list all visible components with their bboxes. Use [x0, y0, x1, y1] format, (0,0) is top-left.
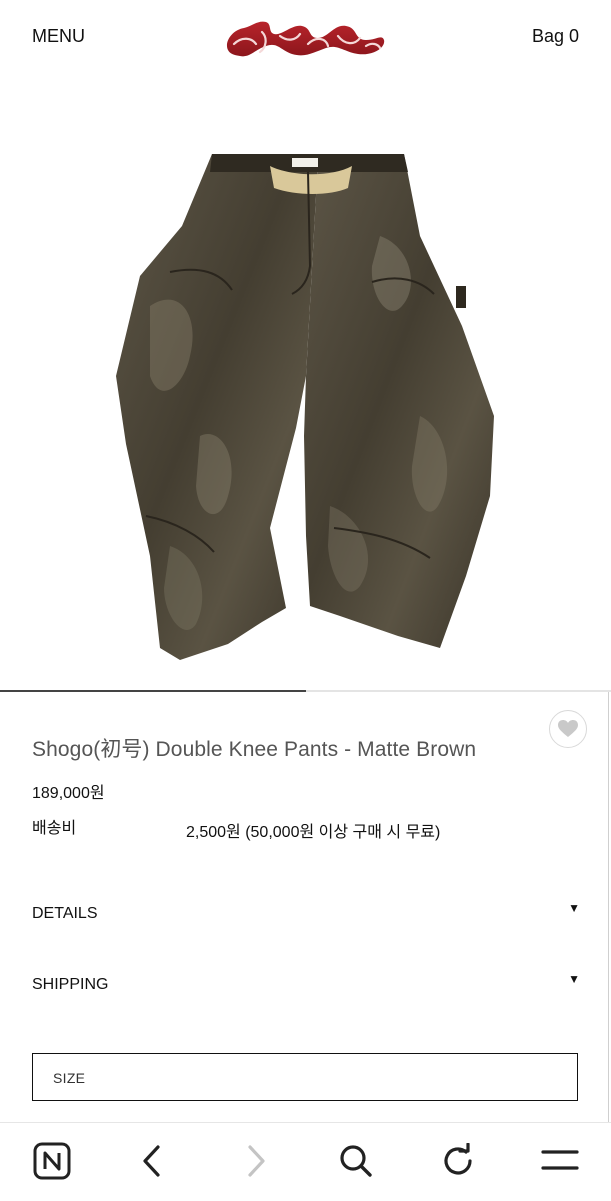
details-accordion[interactable]: DETAILS ▼	[32, 899, 580, 927]
gallery-progress-fill	[0, 690, 306, 692]
size-select[interactable]: SIZE	[32, 1053, 578, 1101]
menu-button[interactable]: MENU	[32, 26, 85, 47]
naver-home-button[interactable]	[32, 1141, 72, 1181]
shipping-accordion[interactable]: SHIPPING ▼	[32, 970, 580, 998]
back-button[interactable]	[132, 1141, 172, 1181]
search-button[interactable]	[336, 1141, 376, 1181]
caret-down-icon: ▼	[568, 901, 580, 915]
gallery-progress-bar	[0, 690, 611, 692]
browser-menu-button[interactable]	[540, 1141, 580, 1181]
shipping-fee-label: 배송비	[32, 820, 77, 837]
site-header: MENU Bag 0	[0, 0, 611, 76]
site-logo[interactable]	[222, 14, 388, 60]
details-label: DETAILS	[32, 905, 98, 922]
size-select-label: SIZE	[53, 1070, 86, 1086]
naver-n-icon	[33, 1142, 71, 1180]
brown-double-knee-pants-photo	[116, 154, 494, 660]
shipping-fee-value: 2,500원 (50,000원 이상 구매 시 무료)	[186, 824, 441, 841]
menu-lines-icon	[541, 1150, 579, 1170]
logo-wordmark-icon	[226, 21, 385, 57]
product-title: Shogo(初号) Double Knee Pants - Matte Brow…	[32, 738, 477, 761]
back-chevron-icon	[143, 1145, 160, 1177]
divider	[608, 692, 609, 1122]
refresh-icon	[444, 1143, 472, 1175]
forward-chevron-icon	[248, 1145, 265, 1177]
forward-button[interactable]	[236, 1141, 276, 1181]
refresh-button[interactable]	[438, 1141, 478, 1181]
search-icon	[340, 1145, 372, 1177]
wishlist-button[interactable]	[549, 710, 587, 748]
bag-button[interactable]: Bag 0	[532, 26, 579, 47]
product-image[interactable]	[0, 76, 611, 690]
shipping-label: SHIPPING	[32, 976, 109, 993]
heart-icon	[558, 720, 578, 737]
product-price: 189,000원	[32, 785, 105, 802]
caret-down-icon: ▼	[568, 972, 580, 986]
browser-bottom-bar	[0, 1122, 611, 1201]
